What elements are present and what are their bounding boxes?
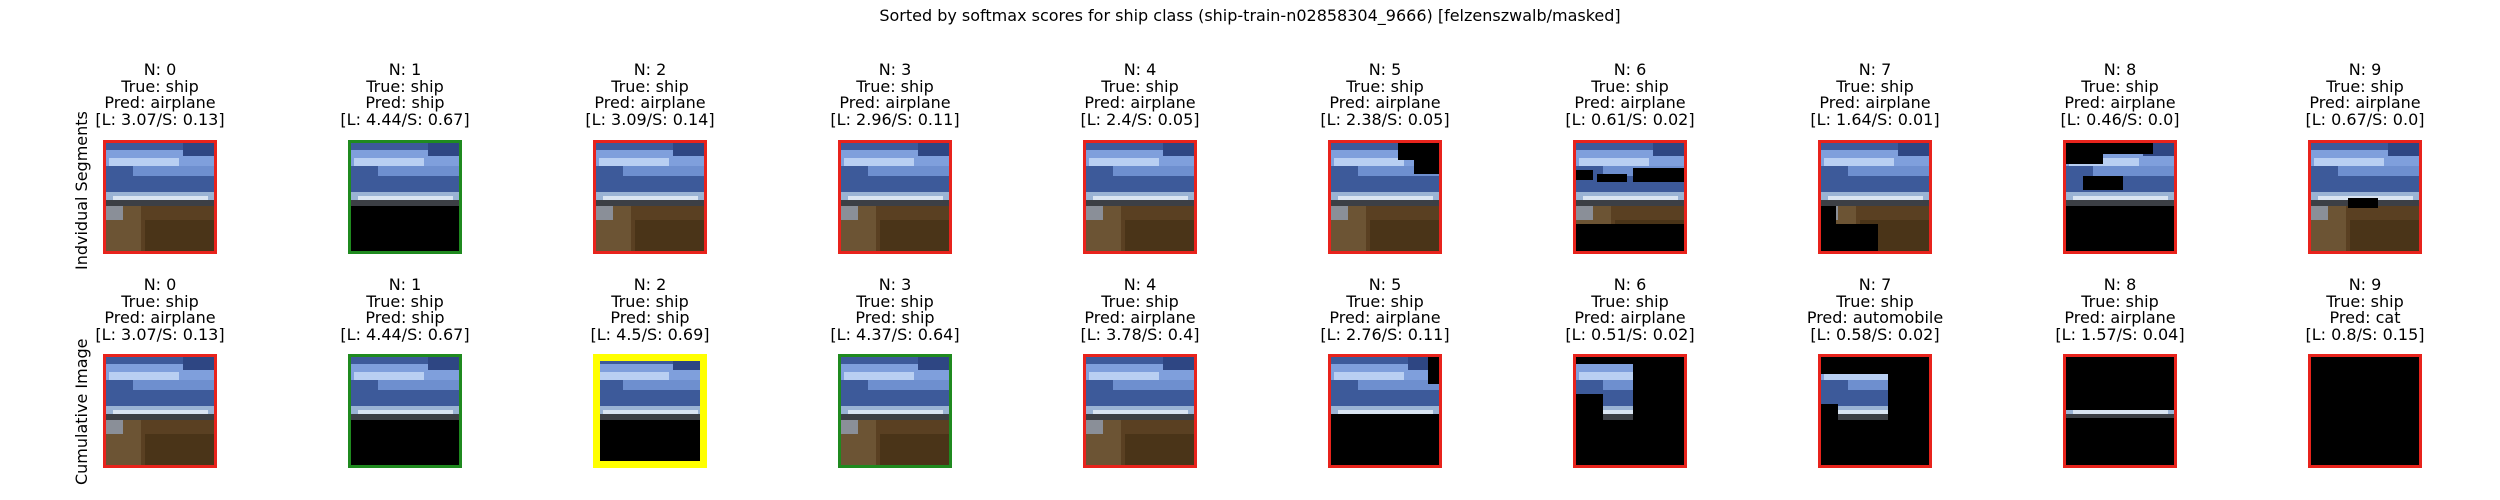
panel-title: N: 3 True: ship Pred: ship [L: 4.37/S: 0.64…	[795, 276, 995, 344]
panel-title: N: 3 True: ship Pred: airplane [L: 2.96/S: …	[795, 61, 995, 129]
panel-title: N: 2 True: ship Pred: airplane [L: 3.09/S: …	[550, 61, 750, 129]
image-content	[348, 354, 462, 468]
segment-image	[2308, 140, 2422, 254]
segment-image	[2063, 140, 2177, 254]
segment-image	[1083, 140, 1197, 254]
panel-title: N: 9 True: ship Pred: airplane [L: 0.67/S: …	[2265, 61, 2465, 129]
image-content	[103, 354, 217, 468]
segment-image	[348, 354, 462, 468]
segment-image	[593, 354, 707, 468]
segment-image	[838, 354, 952, 468]
panel-scores: [L: 0.51/S: 0.02]	[1565, 324, 1695, 344]
segment-image	[1573, 354, 1687, 468]
panel-scores: [L: 2.96/S: 0.11]	[830, 109, 960, 129]
panel-title: N: 4 True: ship Pred: airplane [L: 3.78/S: …	[1040, 276, 1240, 344]
image-content	[593, 354, 707, 468]
segment-image	[1818, 354, 1932, 468]
panel-title: N: 2 True: ship Pred: ship [L: 4.5/S: 0.69]	[550, 276, 750, 344]
panel-title: N: 5 True: ship Pred: airplane [L: 2.38/S: …	[1285, 61, 1485, 129]
image-content	[103, 140, 217, 254]
image-content	[2308, 354, 2422, 468]
panel-title: N: 6 True: ship Pred: airplane [L: 0.51/S: …	[1530, 276, 1730, 344]
panel-title: N: 0 True: ship Pred: airplane [L: 3.07/S: …	[60, 276, 260, 344]
image-content	[1818, 354, 1932, 468]
image-content	[1818, 140, 1932, 254]
panel-title: N: 1 True: ship Pred: ship [L: 4.44/S: 0.67…	[305, 61, 505, 129]
panel-scores: [L: 0.61/S: 0.02]	[1565, 109, 1695, 129]
panel-scores: [L: 2.76/S: 0.11]	[1320, 324, 1450, 344]
panel-scores: [L: 3.09/S: 0.14]	[585, 109, 715, 129]
segment-image	[838, 140, 952, 254]
segment-image	[2063, 354, 2177, 468]
image-content	[838, 354, 952, 468]
segment-image	[593, 140, 707, 254]
image-content	[2308, 140, 2422, 254]
row-label: Cumulative Image	[72, 338, 91, 485]
figure: Sorted by softmax scores for ship class …	[0, 0, 2500, 500]
panel-scores: [L: 1.64/S: 0.01]	[1810, 109, 1940, 129]
segment-image	[103, 140, 217, 254]
image-content	[1083, 354, 1197, 468]
panel-scores: [L: 0.67/S: 0.0]	[2305, 109, 2425, 129]
panel-scores: [L: 3.07/S: 0.13]	[95, 324, 225, 344]
panel-title: N: 7 True: ship Pred: automobile [L: 0.58/S…	[1775, 276, 1975, 344]
panel-title: N: 6 True: ship Pred: airplane [L: 0.61/S: …	[1530, 61, 1730, 129]
segment-image	[1328, 354, 1442, 468]
panel-title: N: 8 True: ship Pred: airplane [L: 0.46/S: …	[2020, 61, 2220, 129]
panel-scores: [L: 4.37/S: 0.64]	[830, 324, 960, 344]
figure-title: Sorted by softmax scores for ship class …	[879, 6, 1621, 25]
row-label: Indvidual Segments	[72, 111, 91, 270]
panel-scores: [L: 0.58/S: 0.02]	[1810, 324, 1940, 344]
image-content	[348, 140, 462, 254]
panel-title: N: 0 True: ship Pred: airplane [L: 3.07/S: …	[60, 61, 260, 129]
panel-scores: [L: 3.07/S: 0.13]	[95, 109, 225, 129]
panel-title: N: 7 True: ship Pred: airplane [L: 1.64/S: …	[1775, 61, 1975, 129]
image-content	[1573, 140, 1687, 254]
image-content	[1328, 354, 1442, 468]
segment-image	[348, 140, 462, 254]
image-content	[2063, 354, 2177, 468]
panel-scores: [L: 2.38/S: 0.05]	[1320, 109, 1450, 129]
image-content	[593, 140, 707, 254]
panel-title: N: 4 True: ship Pred: airplane [L: 2.4/S: 0…	[1040, 61, 1240, 129]
segment-image	[1083, 354, 1197, 468]
panel-title: N: 9 True: ship Pred: cat [L: 0.8/S: 0.15]	[2265, 276, 2465, 344]
panel-scores: [L: 3.78/S: 0.4]	[1080, 324, 1200, 344]
panel-scores: [L: 2.4/S: 0.05]	[1080, 109, 1200, 129]
panel-title: N: 5 True: ship Pred: airplane [L: 2.76/S: …	[1285, 276, 1485, 344]
segment-image	[2308, 354, 2422, 468]
panel-title: N: 8 True: ship Pred: airplane [L: 1.57/S: …	[2020, 276, 2220, 344]
panel-scores: [L: 4.44/S: 0.67]	[340, 324, 470, 344]
panel-title: N: 1 True: ship Pred: ship [L: 4.44/S: 0.67…	[305, 276, 505, 344]
panel-scores: [L: 1.57/S: 0.04]	[2055, 324, 2185, 344]
image-content	[1083, 140, 1197, 254]
image-content	[2063, 140, 2177, 254]
panel-scores: [L: 4.44/S: 0.67]	[340, 109, 470, 129]
segment-image	[1573, 140, 1687, 254]
panel-scores: [L: 0.46/S: 0.0]	[2060, 109, 2180, 129]
image-content	[1573, 354, 1687, 468]
image-content	[1328, 140, 1442, 254]
segment-image	[1818, 140, 1932, 254]
segment-image	[103, 354, 217, 468]
image-content	[838, 140, 952, 254]
segment-image	[1328, 140, 1442, 254]
panel-scores: [L: 0.8/S: 0.15]	[2305, 324, 2425, 344]
panel-scores: [L: 4.5/S: 0.69]	[590, 324, 710, 344]
